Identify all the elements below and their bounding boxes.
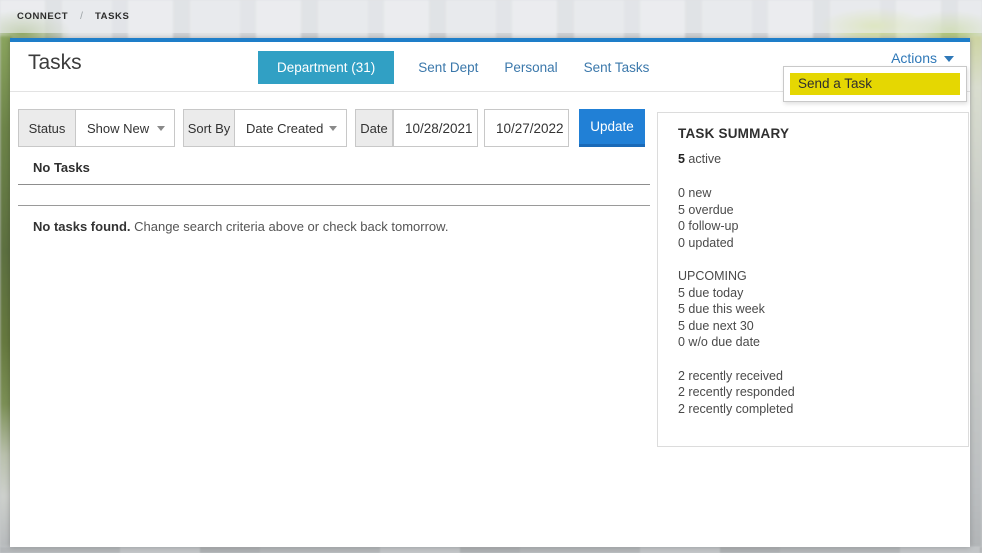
stat-wo-due-date: 0 w/o due date bbox=[678, 335, 761, 349]
desktop-background-right bbox=[970, 36, 982, 547]
stat-follow-up: 0 follow-up bbox=[678, 219, 739, 233]
update-button[interactable]: Update bbox=[579, 109, 645, 147]
task-list: No Tasks No tasks found. Change search c… bbox=[18, 160, 650, 234]
tab-sent-tasks[interactable]: Sent Tasks bbox=[571, 60, 663, 75]
stat-updated: 0 updated bbox=[678, 235, 734, 250]
menu-item-tasks[interactable]: TASKS bbox=[95, 11, 130, 22]
stat-recently-responded: 2 recently responded bbox=[678, 385, 795, 399]
stat-recently-received: 2 recently received bbox=[678, 368, 783, 383]
status-select[interactable]: Show New bbox=[76, 109, 175, 147]
summary-stats-list: 0 new 5 overdue 0 follow-up 0 updated bbox=[678, 185, 948, 251]
menu-separator: / bbox=[80, 11, 83, 22]
tasks-panel: Tasks Department (31) Sent Dept Personal… bbox=[10, 38, 970, 547]
no-tasks-message-text: Change search criteria above or check ba… bbox=[130, 219, 449, 234]
empty-row bbox=[18, 185, 650, 206]
actions-menu: Send a Task bbox=[783, 66, 967, 102]
sort-by-select-value: Date Created bbox=[246, 120, 324, 136]
menu-item-send-a-task[interactable]: Send a Task bbox=[790, 73, 960, 95]
filter-bar: Status Show New Sort By Date Created Dat… bbox=[18, 109, 645, 147]
task-summary-title: TASK SUMMARY bbox=[678, 126, 790, 141]
status-label: Status bbox=[18, 109, 76, 147]
date-label: Date bbox=[355, 109, 393, 147]
active-label: active bbox=[684, 152, 722, 166]
status-select-value: Show New bbox=[87, 120, 150, 136]
sort-by-select[interactable]: Date Created bbox=[235, 109, 347, 147]
dropdown-arrow-icon bbox=[157, 125, 165, 131]
active-count-line: 5 active bbox=[678, 152, 948, 166]
desktop-background-bottom bbox=[0, 547, 982, 553]
stat-overdue: 5 overdue bbox=[678, 202, 734, 217]
task-list-header: No Tasks bbox=[18, 160, 650, 185]
menu-item-connect[interactable]: CONNECT bbox=[17, 11, 68, 22]
top-menu-bar: CONNECT / TASKS bbox=[0, 0, 982, 33]
tab-personal[interactable]: Personal bbox=[491, 60, 570, 75]
tab-department[interactable]: Department (31) bbox=[258, 51, 395, 84]
date-to-input[interactable] bbox=[484, 109, 569, 147]
stat-recently-completed: 2 recently completed bbox=[678, 401, 794, 416]
dropdown-arrow-icon bbox=[329, 125, 337, 131]
stat-due-today: 5 due today bbox=[678, 285, 744, 300]
actions-dropdown-toggle[interactable]: Actions bbox=[891, 50, 954, 66]
task-summary-panel: TASK SUMMARY 5 active 0 new 5 overdue 0 … bbox=[657, 112, 969, 447]
stat-due-next-30: 5 due next 30 bbox=[678, 318, 754, 333]
stat-new: 0 new bbox=[678, 186, 712, 200]
actions-label: Actions bbox=[891, 50, 937, 66]
stat-due-this-week: 5 due this week bbox=[678, 302, 765, 316]
active-count: 5 bbox=[678, 152, 685, 166]
date-from-input[interactable] bbox=[393, 109, 478, 147]
summary-upcoming-list: UPCOMING 5 due today 5 due this week 5 d… bbox=[678, 268, 948, 351]
summary-recent-list: 2 recently received 2 recently responded… bbox=[678, 368, 948, 418]
no-tasks-message-bold: No tasks found. bbox=[33, 219, 131, 234]
sort-by-label: Sort By bbox=[183, 109, 235, 147]
no-tasks-message: No tasks found. Change search criteria a… bbox=[18, 219, 650, 234]
tab-bar: Department (31) Sent Dept Personal Sent … bbox=[258, 51, 662, 84]
tab-sent-dept[interactable]: Sent Dept bbox=[405, 60, 491, 75]
page-title: Tasks bbox=[28, 51, 82, 74]
chevron-down-icon bbox=[944, 56, 954, 62]
upcoming-header: UPCOMING bbox=[678, 269, 747, 283]
